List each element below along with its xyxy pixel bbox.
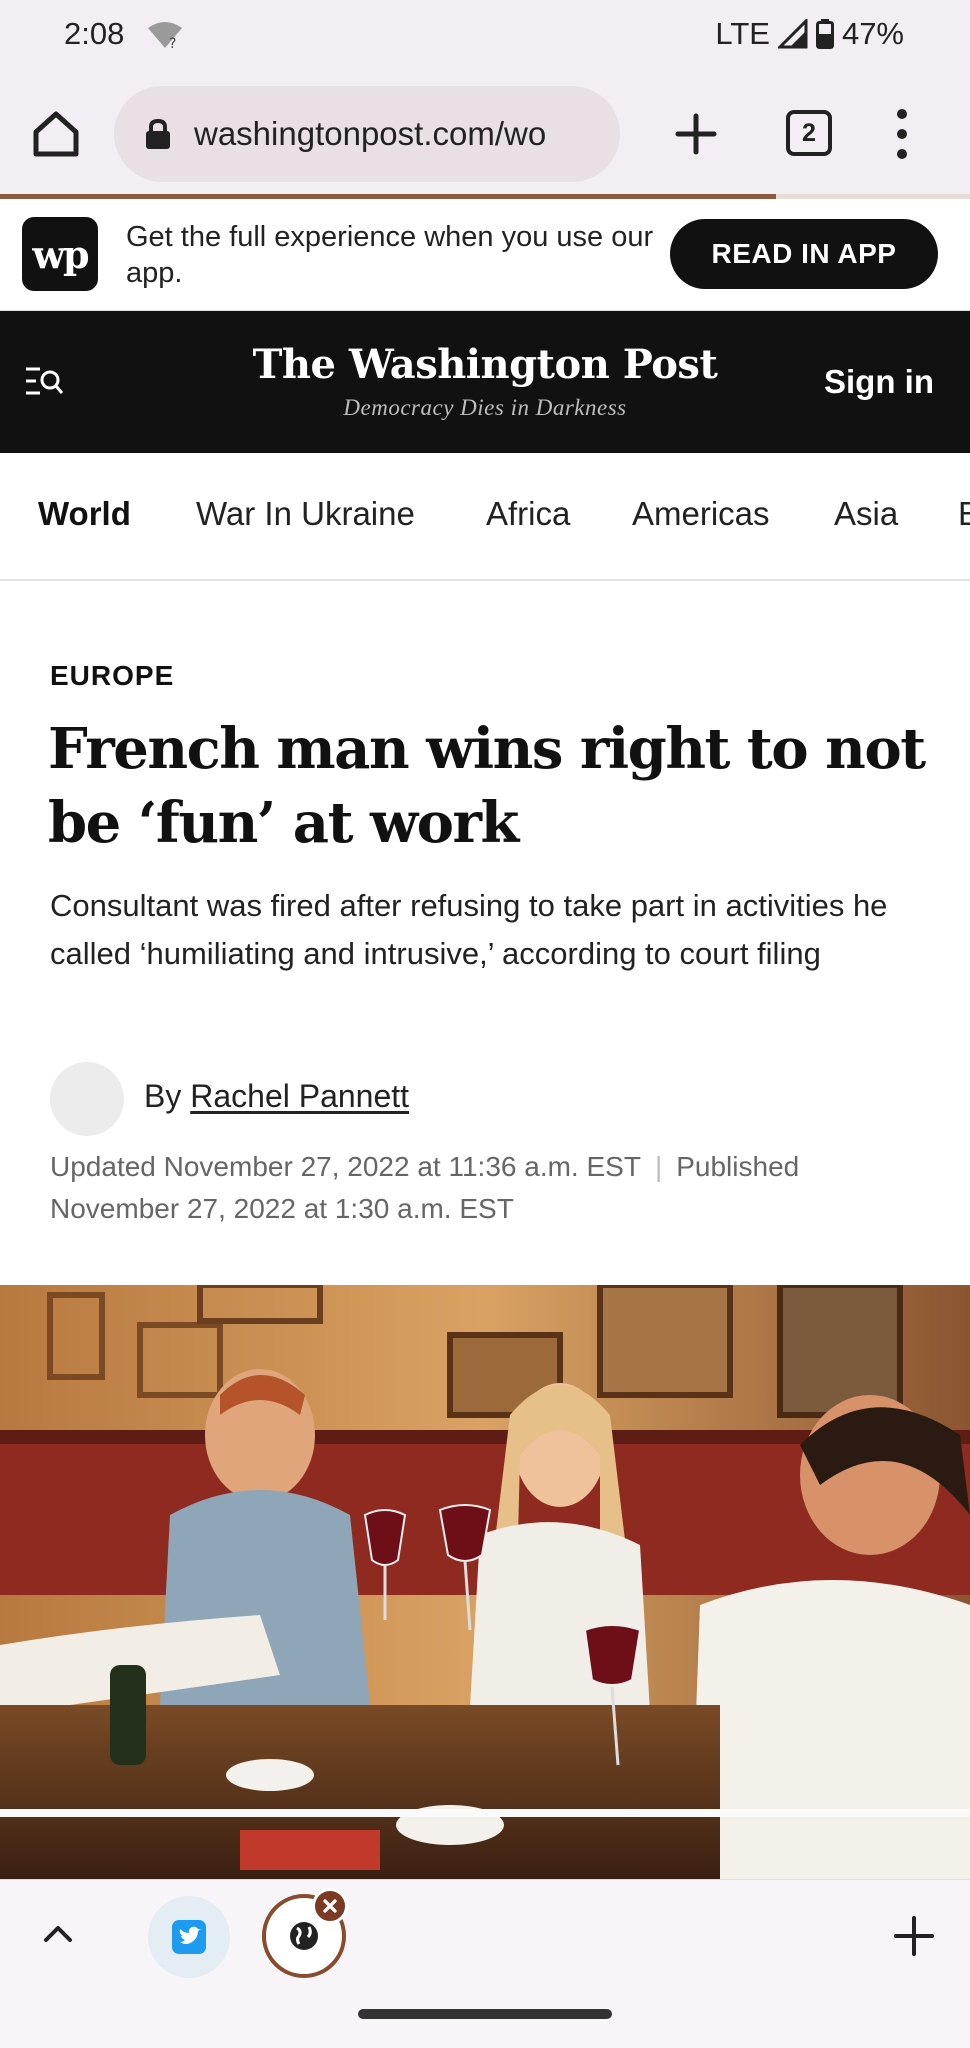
- plus-icon[interactable]: [672, 110, 720, 158]
- article-dek: Consultant was fired after refusing to t…: [50, 888, 888, 971]
- section-nav: World War In Ukraine Africa Americas Asi…: [0, 453, 970, 581]
- tab-count: 2: [802, 118, 816, 147]
- gesture-nav-area: [0, 1989, 970, 2048]
- nav-item-americas[interactable]: Americas: [632, 495, 770, 533]
- app-banner: wp Get the full experience when you use …: [0, 199, 970, 311]
- author-avatar: [50, 1062, 124, 1136]
- status-right: LTE 47%: [715, 16, 904, 52]
- status-time: 2:08: [64, 16, 125, 51]
- browser-toolbar: washingtonpost.com/wo 2: [0, 70, 970, 196]
- more-vert-icon[interactable]: [890, 106, 914, 162]
- twitter-shortcut-button[interactable]: [148, 1896, 230, 1978]
- tab-switcher-icon[interactable]: 2: [786, 110, 832, 156]
- article-kicker[interactable]: EUROPE: [50, 660, 174, 692]
- read-in-app-button[interactable]: READ IN APP: [670, 219, 938, 289]
- sign-in-link[interactable]: Sign in: [824, 363, 934, 401]
- timestamp-separator: |: [654, 1151, 663, 1182]
- signal-icon: [777, 19, 808, 49]
- byline-prefix: By: [144, 1078, 182, 1114]
- twitter-icon: [172, 1920, 206, 1954]
- updated-time: Updated November 27, 2022 at 11:36 a.m. …: [50, 1151, 641, 1182]
- byline: By Rachel Pannett: [144, 1078, 409, 1115]
- author-link[interactable]: Rachel Pannett: [190, 1078, 409, 1114]
- nav-item-world[interactable]: World: [38, 495, 131, 533]
- masthead: The Washington Post Democracy Dies in Da…: [0, 311, 970, 453]
- article-photo: [0, 1285, 970, 1879]
- wifi-question-icon: ?: [148, 22, 182, 50]
- nav-item-asia[interactable]: Asia: [834, 495, 898, 533]
- nav-item-africa[interactable]: Africa: [486, 495, 570, 533]
- globe-icon: [290, 1922, 318, 1950]
- network-label: LTE: [715, 16, 770, 51]
- article-timestamp: Updated November 27, 2022 at 11:36 a.m. …: [50, 1146, 930, 1230]
- url-text: washingtonpost.com/wo: [194, 115, 547, 152]
- battery-icon: [815, 19, 834, 49]
- wp-logo: wp: [22, 217, 98, 291]
- address-bar[interactable]: washingtonpost.com/wo: [114, 86, 620, 182]
- battery-level: 47%: [841, 16, 904, 51]
- lock-icon: [146, 118, 170, 149]
- home-icon[interactable]: [30, 108, 82, 160]
- close-icon[interactable]: [312, 1888, 348, 1924]
- nav-item-war-in-ukraine[interactable]: War In Ukraine: [196, 495, 415, 533]
- status-bar: 2:08 ? LTE 47%: [0, 0, 970, 70]
- bottom-toolbar: [0, 1879, 970, 1989]
- svg-text:?: ?: [169, 36, 176, 50]
- nav-item-europe[interactable]: E: [958, 495, 970, 533]
- app-banner-text: Get the full experience when you use our…: [126, 221, 654, 289]
- chevron-up-icon[interactable]: [40, 1916, 76, 1952]
- plus-icon[interactable]: [892, 1914, 936, 1958]
- gesture-nav-handle[interactable]: [358, 2009, 612, 2019]
- article-headline: French man wins right to not be ‘fun’ at…: [48, 716, 926, 856]
